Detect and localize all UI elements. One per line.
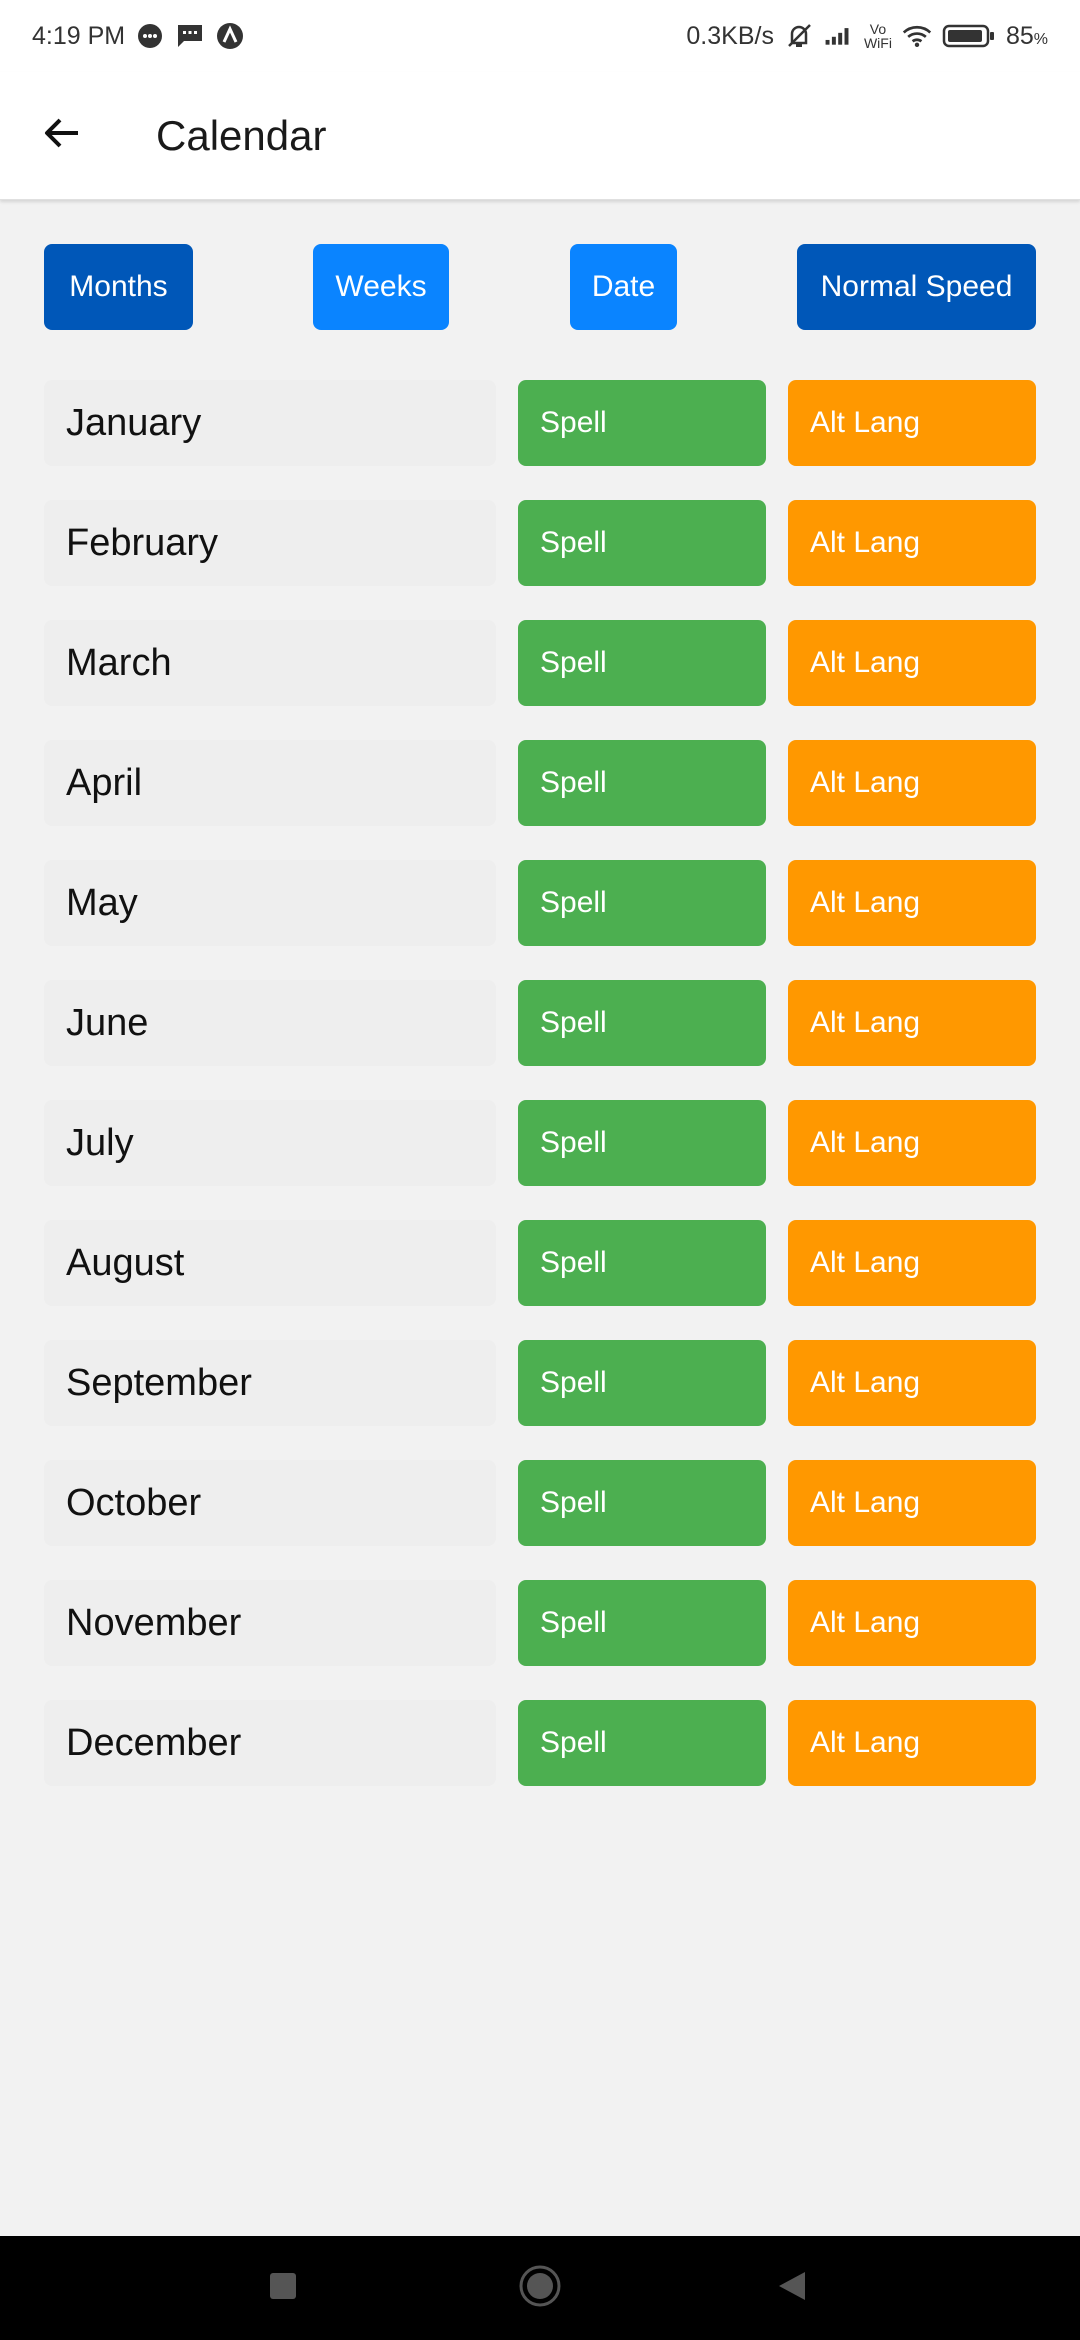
spell-button[interactable]: Spell xyxy=(518,860,766,946)
month-label: October xyxy=(44,1460,496,1546)
month-list: January Spell Alt Lang February Spell Alt Lan… xyxy=(44,380,1036,1820)
month-row: January Spell Alt Lang xyxy=(44,380,1036,466)
vowifi-indicator: Vo WiFi xyxy=(864,22,892,50)
month-row: November Spell Alt Lang xyxy=(44,1580,1036,1666)
spell-button[interactable]: Spell xyxy=(518,1700,766,1786)
month-row: June Spell Alt Lang xyxy=(44,980,1036,1066)
spell-button[interactable]: Spell xyxy=(518,740,766,826)
month-row: July Spell Alt Lang xyxy=(44,1100,1036,1186)
spell-button[interactable]: Spell xyxy=(518,1100,766,1186)
spell-button[interactable]: Spell xyxy=(518,1580,766,1666)
battery-percent: 85% xyxy=(1006,22,1048,51)
month-row: September Spell Alt Lang xyxy=(44,1340,1036,1426)
weeks-button[interactable]: Weeks xyxy=(313,244,449,330)
spell-button[interactable]: Spell xyxy=(518,1220,766,1306)
triangle-back-icon xyxy=(775,2269,809,2308)
month-label: February xyxy=(44,500,496,586)
nav-home-button[interactable] xyxy=(510,2258,570,2318)
month-label: November xyxy=(44,1580,496,1666)
date-button[interactable]: Date xyxy=(570,244,677,330)
battery-icon xyxy=(942,21,996,51)
alt-lang-button[interactable]: Alt Lang xyxy=(788,500,1036,586)
alt-lang-button[interactable]: Alt Lang xyxy=(788,980,1036,1066)
month-label: March xyxy=(44,620,496,706)
month-label: December xyxy=(44,1700,496,1786)
nav-recent-button[interactable] xyxy=(253,2258,313,2318)
month-label: April xyxy=(44,740,496,826)
month-label: May xyxy=(44,860,496,946)
spell-button[interactable]: Spell xyxy=(518,980,766,1066)
status-right: 0.3KB/s Vo WiFi 85% xyxy=(686,21,1048,51)
app-notification-icon xyxy=(215,21,245,51)
app-bar: Calendar xyxy=(0,72,1080,200)
wifi-icon xyxy=(902,21,932,51)
month-row: April Spell Alt Lang xyxy=(44,740,1036,826)
month-row: May Spell Alt Lang xyxy=(44,860,1036,946)
normal-speed-button[interactable]: Normal Speed xyxy=(797,244,1036,330)
square-icon xyxy=(268,2271,298,2306)
alt-lang-button[interactable]: Alt Lang xyxy=(788,1220,1036,1306)
month-label: June xyxy=(44,980,496,1066)
alt-lang-button[interactable]: Alt Lang xyxy=(788,1700,1036,1786)
percent-sign: % xyxy=(1033,30,1048,48)
alt-lang-button[interactable]: Alt Lang xyxy=(788,860,1036,946)
network-speed: 0.3KB/s xyxy=(686,21,774,50)
alt-lang-button[interactable]: Alt Lang xyxy=(788,1580,1036,1666)
spell-button[interactable]: Spell xyxy=(518,500,766,586)
month-label: September xyxy=(44,1340,496,1426)
month-label: August xyxy=(44,1220,496,1306)
status-bar: 4:19 PM 0.3KB/s Vo WiFi 85% xyxy=(0,0,1080,72)
month-label: July xyxy=(44,1100,496,1186)
spell-button[interactable]: Spell xyxy=(518,620,766,706)
back-button[interactable] xyxy=(30,104,94,168)
alt-lang-button[interactable]: Alt Lang xyxy=(788,1340,1036,1426)
message-icon xyxy=(175,21,205,51)
status-time: 4:19 PM xyxy=(32,21,126,50)
mode-button-row: Months Weeks Date Normal Speed xyxy=(44,244,1036,330)
month-row: December Spell Alt Lang xyxy=(44,1700,1036,1786)
status-left: 4:19 PM xyxy=(32,21,245,51)
alt-lang-button[interactable]: Alt Lang xyxy=(788,1460,1036,1546)
arrow-left-icon xyxy=(42,113,82,158)
month-row: August Spell Alt Lang xyxy=(44,1220,1036,1306)
spell-button[interactable]: Spell xyxy=(518,1460,766,1546)
month-row: March Spell Alt Lang xyxy=(44,620,1036,706)
circle-icon xyxy=(518,2264,562,2313)
nav-back-button[interactable] xyxy=(762,2258,822,2318)
alt-lang-button[interactable]: Alt Lang xyxy=(788,380,1036,466)
battery-value: 85 xyxy=(1005,21,1034,50)
spell-button[interactable]: Spell xyxy=(518,1340,766,1426)
chat-bubble-icon xyxy=(135,21,165,51)
alt-lang-button[interactable]: Alt Lang xyxy=(788,1100,1036,1186)
month-row: February Spell Alt Lang xyxy=(44,500,1036,586)
month-row: October Spell Alt Lang xyxy=(44,1460,1036,1546)
signal-icon xyxy=(824,21,854,51)
alt-lang-button[interactable]: Alt Lang xyxy=(788,620,1036,706)
system-nav-bar xyxy=(0,2236,1080,2340)
spell-button[interactable]: Spell xyxy=(518,380,766,466)
page-title: Calendar xyxy=(156,111,327,159)
vowifi-bottom: WiFi xyxy=(863,35,892,51)
mute-icon xyxy=(784,21,814,51)
alt-lang-button[interactable]: Alt Lang xyxy=(788,740,1036,826)
months-button[interactable]: Months xyxy=(44,244,193,330)
month-label: January xyxy=(44,380,496,466)
